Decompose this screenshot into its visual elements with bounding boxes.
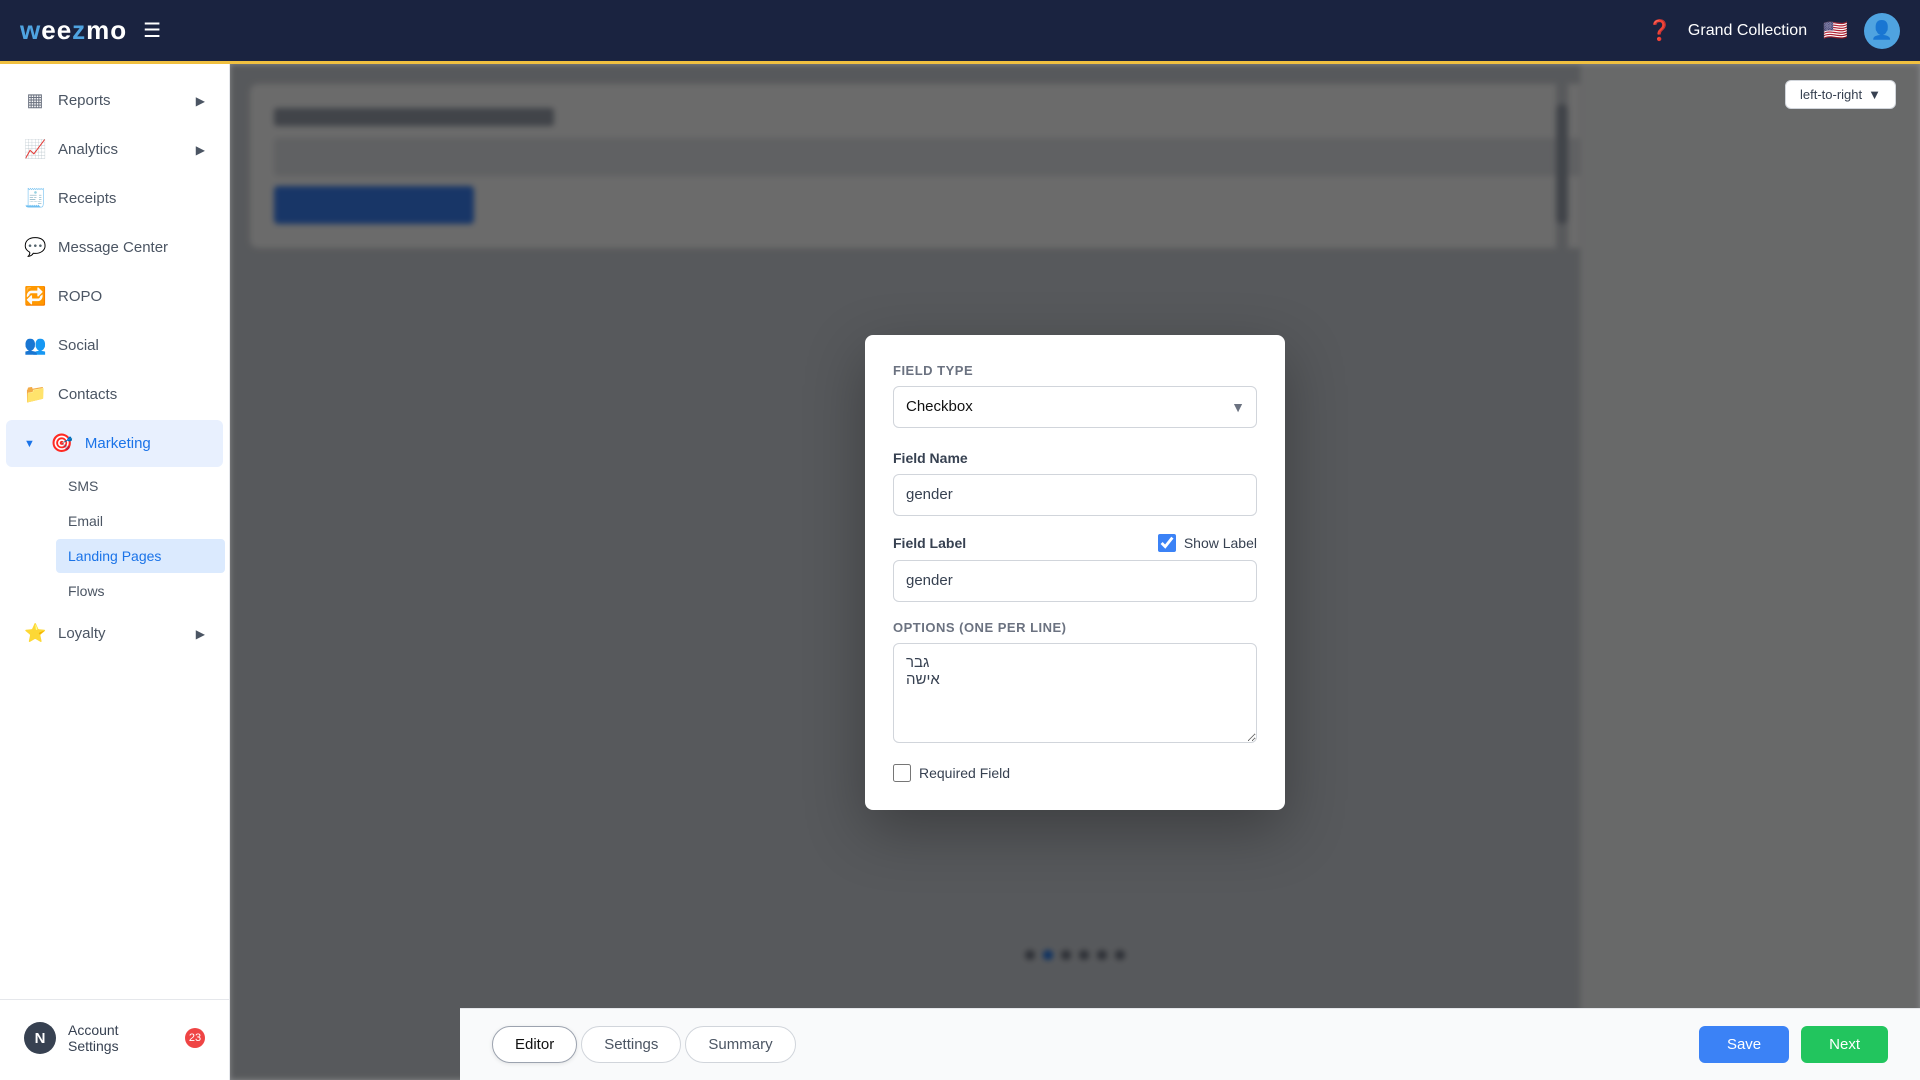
bottom-bar: Editor Settings Summary Save Next xyxy=(460,1008,1920,1080)
show-label-checkbox[interactable] xyxy=(1158,534,1176,552)
ropo-icon: 🔁 xyxy=(24,286,46,307)
user-avatar-n: N xyxy=(24,1022,56,1054)
notification-badge: 23 xyxy=(185,1028,205,1048)
sidebar-item-marketing-label: Marketing xyxy=(85,435,151,452)
sidebar-bottom: N Account Settings 23 xyxy=(0,999,229,1068)
field-name-label: Field Name xyxy=(893,450,968,466)
loyalty-chevron: ▶ xyxy=(196,627,205,641)
avatar-letter: N xyxy=(35,1030,46,1047)
landing-pages-label: Landing Pages xyxy=(68,548,161,564)
sidebar-item-account-settings[interactable]: N Account Settings 23 xyxy=(6,1009,223,1067)
direction-chevron: ▼ xyxy=(1868,87,1881,102)
field-name-row: Field Name xyxy=(893,450,1257,466)
sidebar-item-loyalty-label: Loyalty xyxy=(58,625,106,642)
flows-label: Flows xyxy=(68,583,105,599)
top-navigation: weezmo ☰ ❓ Grand Collection 🇺🇸 👤 xyxy=(0,0,1920,64)
sms-label: SMS xyxy=(68,478,98,494)
notification-count: 23 xyxy=(189,1032,201,1044)
nav-left: weezmo ☰ xyxy=(20,15,161,46)
show-label-text: Show Label xyxy=(1184,535,1257,551)
tab-settings[interactable]: Settings xyxy=(581,1026,681,1063)
sidebar-item-receipts[interactable]: 🧾 Receipts xyxy=(6,175,223,222)
direction-dropdown[interactable]: left-to-right ▼ xyxy=(1785,80,1896,109)
field-editor-modal: Field Type Checkbox Text Radio Dropdown … xyxy=(865,335,1285,810)
app-logo: weezmo xyxy=(20,15,127,46)
sidebar-item-analytics-label: Analytics xyxy=(58,141,118,158)
receipts-icon: 🧾 xyxy=(24,188,46,209)
sidebar-item-reports[interactable]: ▦ Reports ▶ xyxy=(6,77,223,124)
email-label: Email xyxy=(68,513,103,529)
tab-summary[interactable]: Summary xyxy=(685,1026,795,1063)
flag-icon: 🇺🇸 xyxy=(1823,18,1848,43)
required-field-label: Required Field xyxy=(919,765,1010,781)
loyalty-icon: ⭐ xyxy=(24,623,46,644)
show-label-row: Show Label xyxy=(1158,534,1257,552)
sidebar: ▦ Reports ▶ 📈 Analytics ▶ 🧾 Receipts 💬 M… xyxy=(0,64,230,1080)
sidebar-item-social-label: Social xyxy=(58,337,99,354)
reports-chevron: ▶ xyxy=(196,94,205,108)
sidebar-item-analytics[interactable]: 📈 Analytics ▶ xyxy=(6,126,223,173)
save-button[interactable]: Save xyxy=(1699,1026,1789,1063)
sidebar-subitem-landing-pages[interactable]: Landing Pages xyxy=(56,539,225,573)
field-label-row: Field Label Show Label xyxy=(893,534,1257,552)
sidebar-item-reports-label: Reports xyxy=(58,92,111,109)
direction-label: left-to-right xyxy=(1800,87,1862,102)
options-textarea[interactable]: גבר אישה xyxy=(893,643,1257,743)
options-label: Options (One Per Line) xyxy=(893,620,1257,635)
sidebar-item-message-label: Message Center xyxy=(58,239,168,256)
help-icon[interactable]: ❓ xyxy=(1647,18,1672,43)
tab-group: Editor Settings Summary xyxy=(492,1026,796,1063)
field-name-input[interactable] xyxy=(893,474,1257,516)
required-field-checkbox[interactable] xyxy=(893,764,911,782)
reports-icon: ▦ xyxy=(24,90,46,111)
next-button[interactable]: Next xyxy=(1801,1026,1888,1063)
sidebar-item-message-center[interactable]: 💬 Message Center xyxy=(6,224,223,271)
marketing-subitems: SMS Email Landing Pages Flows xyxy=(0,468,229,609)
sidebar-item-loyalty[interactable]: ⭐ Loyalty ▶ xyxy=(6,610,223,657)
field-type-label: Field Type xyxy=(893,363,1257,378)
analytics-icon: 📈 xyxy=(24,139,46,160)
field-type-select[interactable]: Checkbox Text Radio Dropdown Date xyxy=(893,386,1257,428)
sidebar-item-receipts-label: Receipts xyxy=(58,190,116,207)
sidebar-item-ropo-label: ROPO xyxy=(58,288,102,305)
marketing-chevron-down: ▼ xyxy=(24,438,35,450)
sidebar-subitem-sms[interactable]: SMS xyxy=(56,469,225,503)
sidebar-item-ropo[interactable]: 🔁 ROPO xyxy=(6,273,223,320)
modal-overlay: Field Type Checkbox Text Radio Dropdown … xyxy=(230,64,1920,1080)
message-icon: 💬 xyxy=(24,237,46,258)
app-body: ▦ Reports ▶ 📈 Analytics ▶ 🧾 Receipts 💬 M… xyxy=(0,64,1920,1080)
marketing-icon: 🎯 xyxy=(51,433,73,454)
bottom-actions: Save Next xyxy=(1699,1026,1888,1063)
org-name: Grand Collection xyxy=(1688,22,1807,40)
social-icon: 👥 xyxy=(24,335,46,356)
sidebar-subitem-flows[interactable]: Flows xyxy=(56,574,225,608)
tab-editor[interactable]: Editor xyxy=(492,1026,577,1063)
contacts-icon: 📁 xyxy=(24,384,46,405)
sidebar-item-marketing[interactable]: ▼ 🎯 Marketing xyxy=(6,420,223,467)
sidebar-item-social[interactable]: 👥 Social xyxy=(6,322,223,369)
analytics-chevron: ▶ xyxy=(196,143,205,157)
field-type-select-wrapper: Checkbox Text Radio Dropdown Date ▼ xyxy=(893,386,1257,428)
sidebar-subitem-email[interactable]: Email xyxy=(56,504,225,538)
field-label-label: Field Label xyxy=(893,535,966,551)
sidebar-item-contacts-label: Contacts xyxy=(58,386,117,403)
field-label-input[interactable] xyxy=(893,560,1257,602)
account-settings-label: Account Settings xyxy=(68,1022,173,1054)
nav-right: ❓ Grand Collection 🇺🇸 👤 xyxy=(1647,13,1900,49)
main-content: left-to-right ▼ xyxy=(230,64,1920,1080)
hamburger-menu[interactable]: ☰ xyxy=(143,18,161,43)
required-field-row: Required Field xyxy=(893,764,1257,782)
sidebar-item-contacts[interactable]: 📁 Contacts xyxy=(6,371,223,418)
user-avatar[interactable]: 👤 xyxy=(1864,13,1900,49)
